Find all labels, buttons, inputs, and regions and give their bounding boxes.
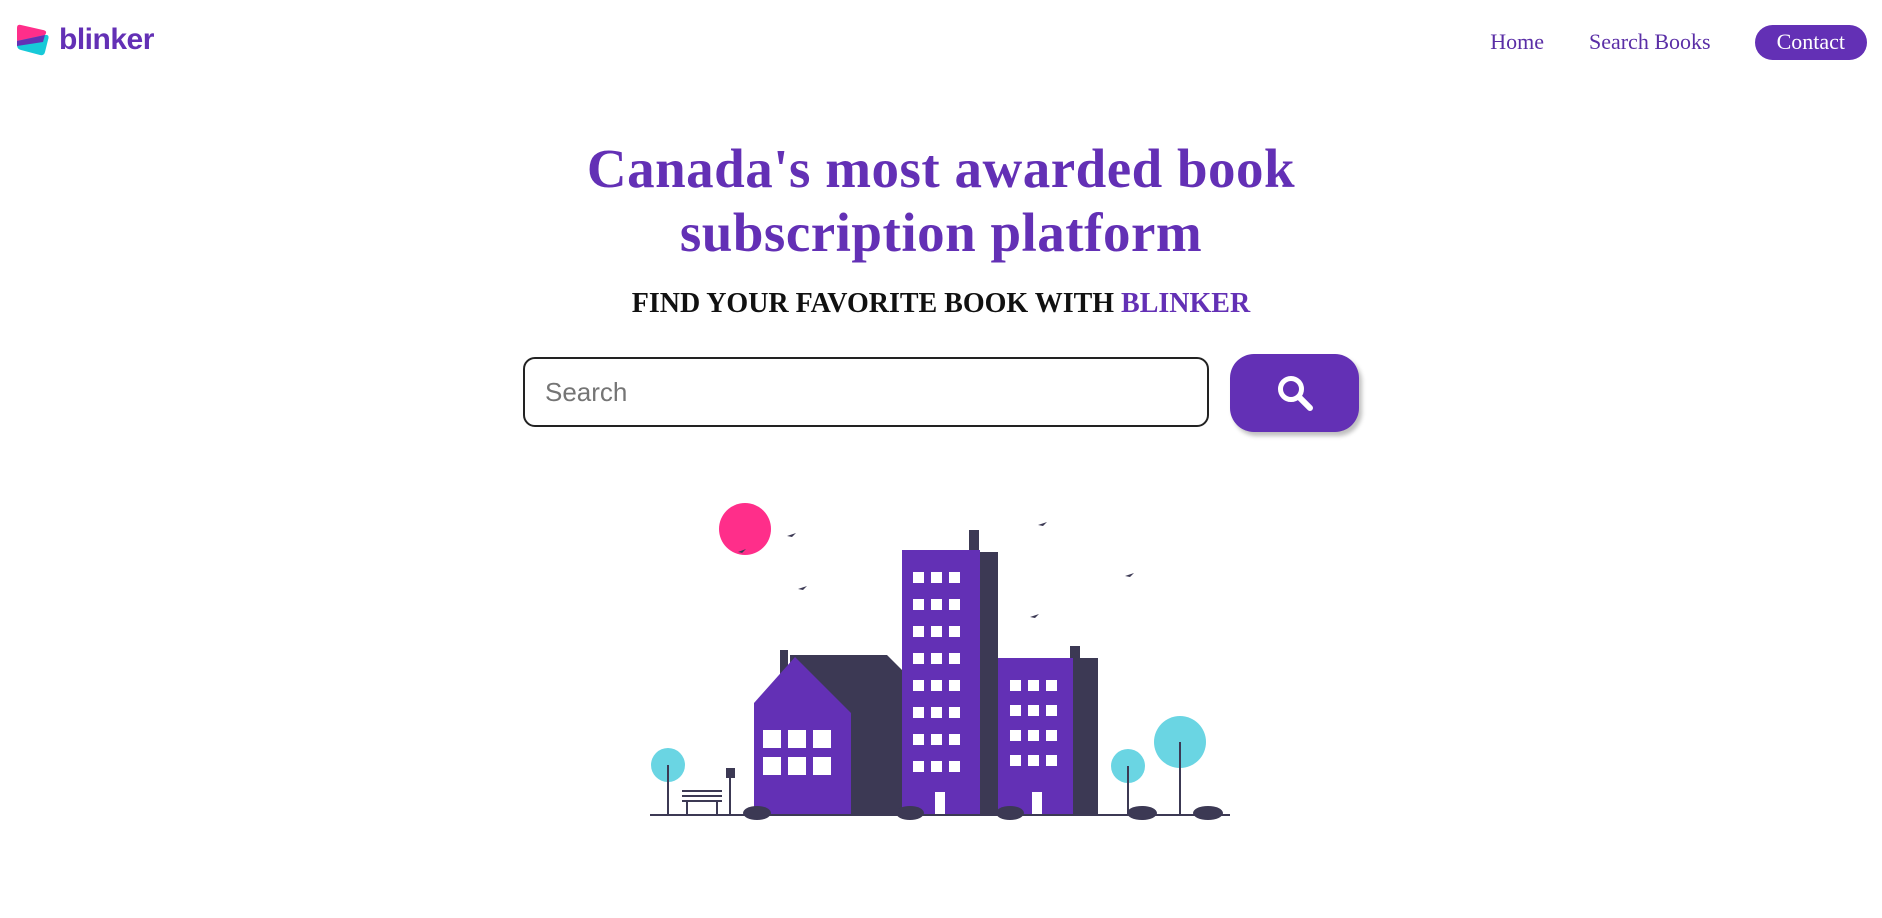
mid-building <box>998 658 1073 815</box>
tagline: FIND YOUR FAVORITE BOOK WITH BLINKER <box>0 288 1882 320</box>
left-park <box>651 748 735 815</box>
tagline-brand: BLINKER <box>1121 288 1251 319</box>
nav-contact-button[interactable]: Contact <box>1754 24 1867 60</box>
right-park <box>1111 716 1206 815</box>
hero-title-line-2: subscription platform <box>679 202 1203 263</box>
top-nav: Home Search Books Contact <box>1445 24 1867 60</box>
sun-shape <box>719 503 771 555</box>
tagline-prefix: FIND YOUR FAVORITE BOOK WITH <box>631 288 1122 319</box>
hero-title-line-1: Canada's most awarded book <box>586 138 1296 199</box>
logo-mark-icon <box>17 24 49 56</box>
nav-search-books-link[interactable]: Search Books <box>1589 29 1711 55</box>
search-icon <box>1277 376 1313 411</box>
hero-title: Canada's most awarded book subscription … <box>0 137 1882 265</box>
search-button[interactable] <box>1230 354 1359 432</box>
city-illustration <box>650 503 1230 820</box>
logo-text: blinker <box>59 23 154 56</box>
nav-home-link[interactable]: Home <box>1490 29 1544 55</box>
search-input[interactable] <box>523 357 1209 427</box>
tall-tower <box>902 550 980 815</box>
logo[interactable]: blinker <box>15 22 154 58</box>
